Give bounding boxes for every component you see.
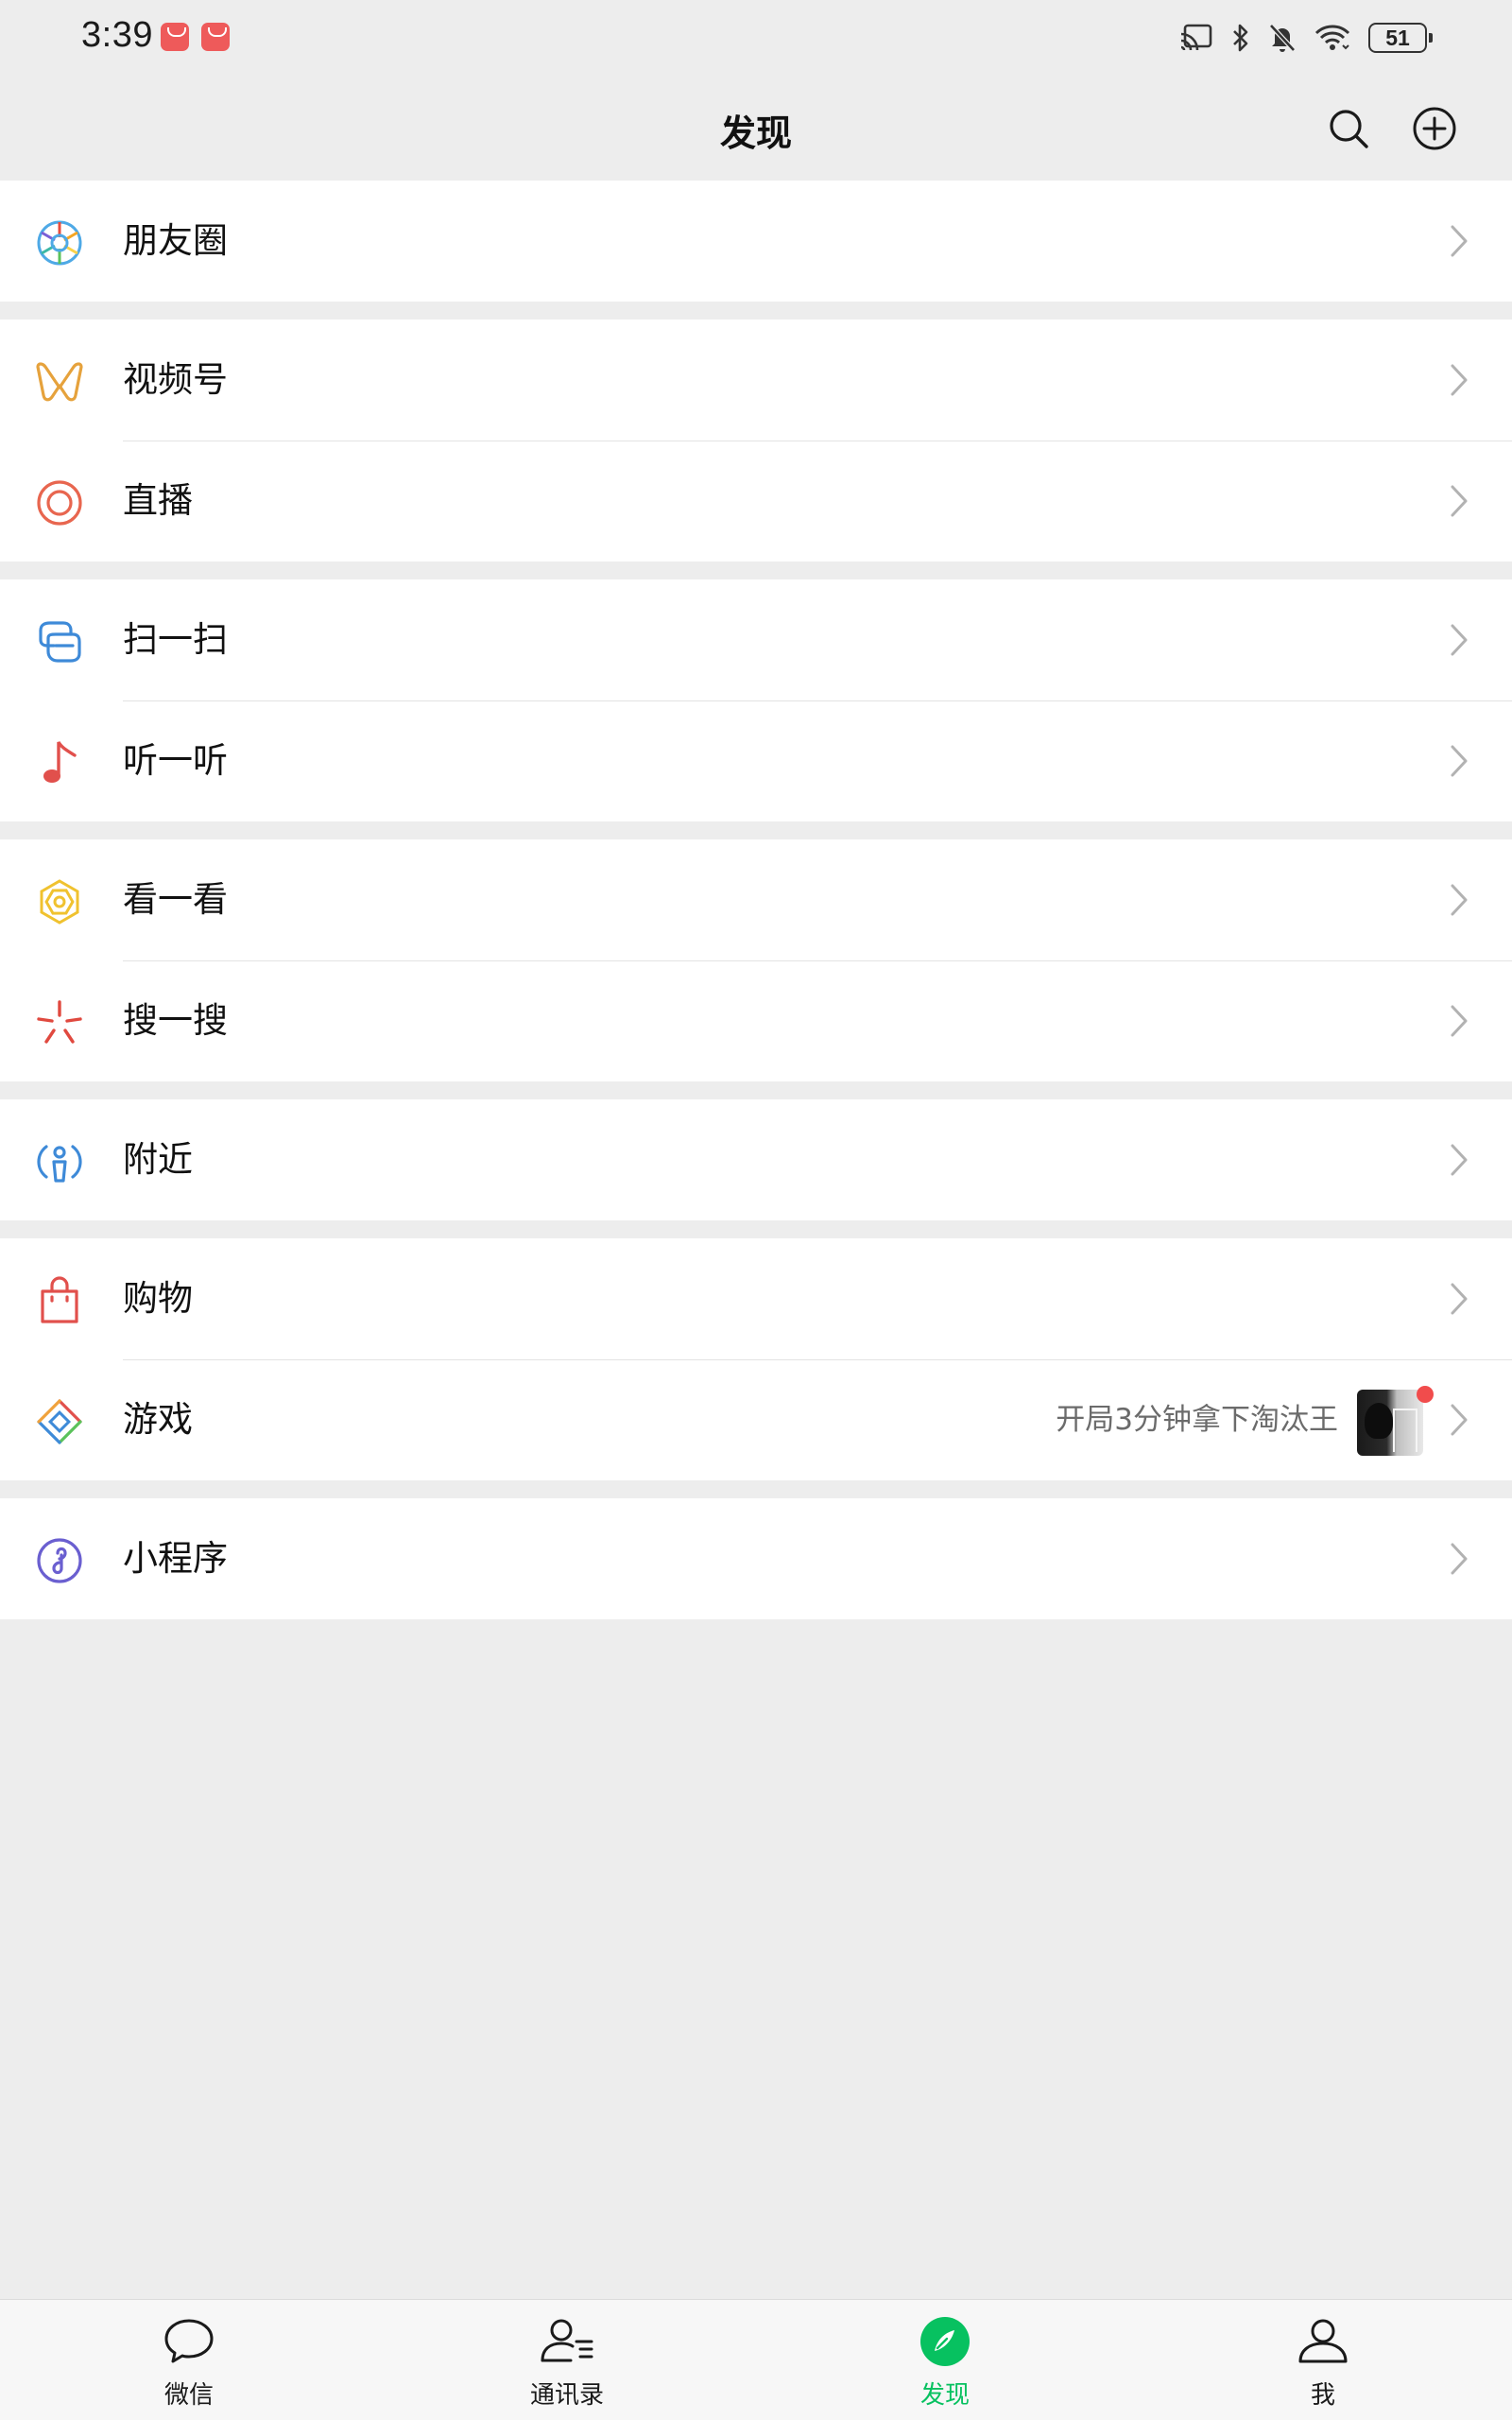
menu-item-label: 看一看 [123, 879, 228, 920]
menu-item-label: 朋友圈 [123, 220, 228, 261]
shopping-bag-icon [34, 1275, 85, 1326]
menu-item-label: 扫一扫 [123, 619, 228, 660]
games-promo-thumbnail [1357, 1390, 1423, 1456]
notification-dot [1417, 1386, 1434, 1403]
status-icons: 51 [1179, 19, 1433, 57]
menu-item-listen[interactable]: 听一听 [0, 700, 1512, 821]
cast-icon [1180, 24, 1212, 51]
games-icon [34, 1396, 85, 1447]
menu-item-label: 购物 [123, 1278, 193, 1319]
menu-group-nearby: 附近 [0, 1099, 1512, 1220]
scan-icon [34, 616, 85, 667]
page-title: 发现 [719, 112, 792, 154]
tab-me[interactable]: 我 [1228, 2300, 1418, 2420]
bluetooth-icon [1233, 24, 1248, 52]
menu-item-search[interactable]: 搜一搜 [0, 960, 1512, 1081]
tab-chats[interactable]: 微信 [94, 2300, 284, 2420]
top-stories-icon [34, 876, 85, 927]
chevron-right-icon [1449, 622, 1469, 662]
tab-label: 通讯录 [529, 2381, 604, 2410]
navigation-header: 发现 [0, 76, 1512, 180]
games-promo-text: 开局3分钟拿下淘汰王 [1056, 1403, 1338, 1437]
menu-item-shopping[interactable]: 购物 [0, 1238, 1512, 1359]
chevron-right-icon [1449, 1541, 1469, 1581]
tab-discover[interactable]: 发现 [850, 2300, 1040, 2420]
search-icon [1330, 110, 1368, 148]
chevron-right-icon [1449, 882, 1469, 922]
shopping-app-icon [201, 23, 230, 51]
menu-item-label: 视频号 [123, 359, 228, 400]
person-icon [1295, 2313, 1351, 2370]
menu-group-scan: 扫一扫 听一听 [0, 579, 1512, 821]
contacts-icon [539, 2313, 595, 2370]
menu-item-label: 附近 [123, 1139, 193, 1180]
chevron-right-icon [1449, 1142, 1469, 1182]
tab-contacts[interactable]: 通讯录 [472, 2300, 662, 2420]
menu-item-live[interactable]: 直播 [0, 441, 1512, 562]
moments-icon [34, 217, 85, 268]
chevron-right-icon [1449, 1281, 1469, 1321]
menu-item-mini-programs[interactable]: 小程序 [0, 1498, 1512, 1619]
chevron-right-icon [1449, 362, 1469, 402]
menu-item-nearby[interactable]: 附近 [0, 1099, 1512, 1220]
menu-item-games[interactable]: 游戏 开局3分钟拿下淘汰王 [0, 1359, 1512, 1480]
nearby-icon [34, 1136, 85, 1187]
channels-icon [34, 356, 85, 407]
music-note-icon [34, 737, 85, 788]
menu-item-channels[interactable]: 视频号 [0, 320, 1512, 441]
menu-item-label: 游戏 [123, 1399, 193, 1440]
battery-icon: 51 [1368, 23, 1433, 53]
battery-level: 51 [1385, 25, 1410, 50]
search-sparkle-icon [34, 997, 85, 1048]
compass-icon [917, 2313, 973, 2370]
tab-label: 发现 [919, 2381, 970, 2410]
chevron-right-icon [1449, 743, 1469, 783]
add-button[interactable] [1406, 100, 1463, 157]
menu-group-moments: 朋友圈 [0, 181, 1512, 302]
menu-group-shopping: 购物 游戏 开局3分钟拿下淘汰王 [0, 1238, 1512, 1480]
tab-label: 微信 [163, 2381, 214, 2410]
chevron-right-icon [1449, 483, 1469, 523]
chevron-right-icon [1449, 223, 1469, 263]
status-time: 3:39 [81, 15, 153, 55]
tab-label: 我 [1310, 2381, 1335, 2410]
menu-item-top-stories[interactable]: 看一看 [0, 839, 1512, 960]
chat-bubble-icon [161, 2313, 217, 2370]
chevron-right-icon [1449, 1402, 1469, 1442]
discover-screen: 3:39 51 发现 朋友圈 视频号 直播 扫一扫 听一听 看一看 搜一搜 附近… [0, 0, 1512, 2420]
mute-bell-icon [1269, 24, 1296, 52]
menu-group-channels: 视频号 直播 [0, 320, 1512, 562]
status-bar: 3:39 51 [0, 0, 1512, 76]
bottom-tab-bar: 微信 通讯录 发现 我 [0, 2299, 1512, 2420]
menu-item-label: 听一听 [123, 740, 228, 781]
menu-item-scan[interactable]: 扫一扫 [0, 579, 1512, 700]
mini-programs-icon [34, 1535, 85, 1586]
search-button[interactable] [1320, 100, 1377, 157]
menu-item-label: 小程序 [123, 1538, 228, 1579]
menu-item-label: 直播 [123, 480, 193, 521]
menu-group-mini-programs: 小程序 [0, 1498, 1512, 1619]
menu-group-top-stories: 看一看 搜一搜 [0, 839, 1512, 1081]
live-icon [34, 477, 85, 528]
shopping-app-icon [161, 23, 189, 51]
menu-item-moments[interactable]: 朋友圈 [0, 181, 1512, 302]
menu-item-label: 搜一搜 [123, 1000, 228, 1041]
plus-circle-icon [1413, 107, 1456, 150]
chevron-right-icon [1449, 1003, 1469, 1043]
wifi-icon [1314, 25, 1350, 50]
